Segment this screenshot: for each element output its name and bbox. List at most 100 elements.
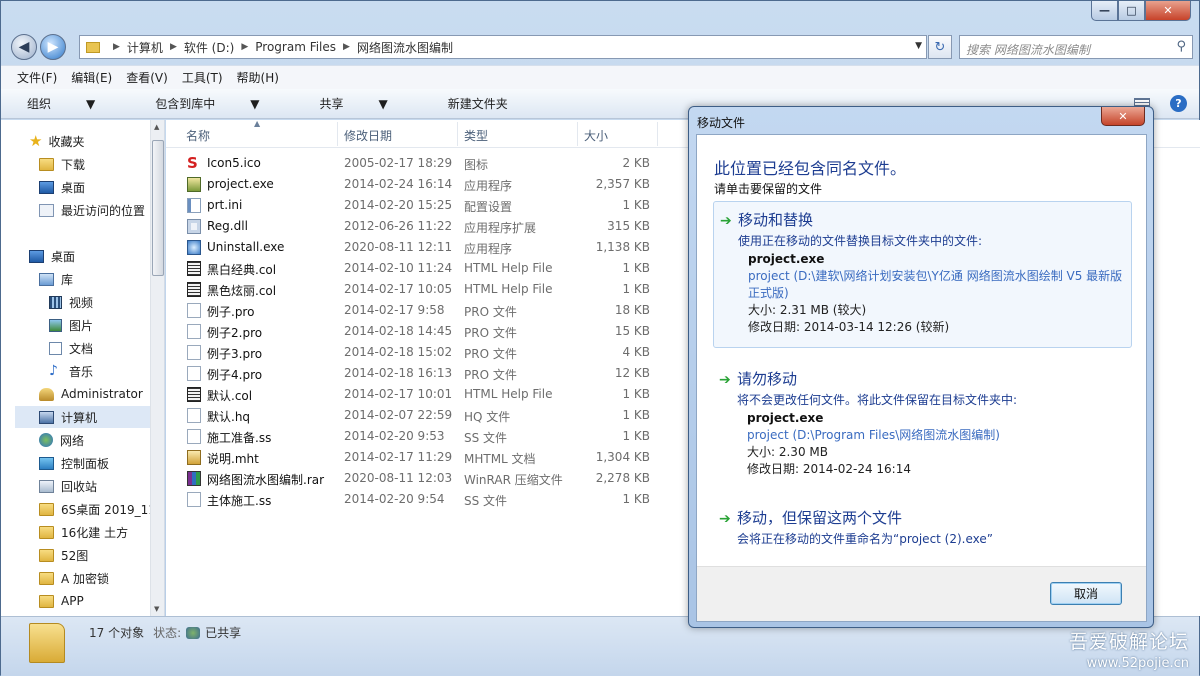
share-button[interactable]: 共享 ▼ [320,95,418,112]
nav-recent-places[interactable]: 最近访问的位置 [39,199,145,221]
scroll-down-icon[interactable]: ▼ [154,605,159,613]
nav-desktop-fav[interactable]: 桌面 [39,176,85,198]
nav-music[interactable]: ♪ 音乐 [49,360,93,382]
nav-administrator[interactable]: Administrator [39,383,143,405]
back-button[interactable]: ◀ [11,34,37,60]
column-name[interactable]: 名称 [186,127,210,144]
breadcrumb-chevron-icon[interactable]: ▶ [343,42,350,52]
scrollbar-thumb[interactable] [152,140,164,276]
close-window-button[interactable]: ✕ [1145,1,1191,21]
folder-icon [39,502,54,516]
file-type: HTML Help File [464,261,553,275]
file-type: PRO 文件 [464,305,517,319]
organize-button[interactable]: 组织 ▼ [27,95,125,112]
file-date: 2014-02-17 11:29 [344,450,453,464]
nav-favorites[interactable]: ★ 收藏夹 [29,130,84,152]
watermark-url: www.52pojie.cn [1086,656,1189,671]
refresh-button[interactable]: ↻ [928,35,952,59]
nav-label: 收藏夹 [48,134,85,149]
file-modified-date: 修改日期: 2014-03-14 12:26 (较新) [748,320,950,334]
nav-documents[interactable]: 文档 [49,337,93,359]
file-size: 18 KB [614,303,650,317]
menu-view[interactable]: 查看(V) [126,69,168,86]
column-divider[interactable] [337,122,338,146]
nav-libraries[interactable]: 库 [39,268,73,290]
file-name: 例子3.pro [207,347,263,361]
address-bar[interactable]: ▶ 计算机 ▶ 软件 (D:) ▶ Program Files ▶ 网络图流水图… [79,35,927,59]
breadcrumb-chevron-icon[interactable]: ▶ [241,42,248,52]
breadcrumb-chevron-icon: ▶ [113,42,120,52]
file-name: 例子2.pro [207,326,263,340]
nav-folder[interactable]: 52图 [39,544,88,566]
new-folder-button[interactable]: 新建文件夹 [448,95,508,112]
option-do-not-move[interactable]: ➔ 请勿移动 将不会更改任何文件。将此文件保留在目标文件夹中: project.… [713,361,1132,481]
scroll-up-icon[interactable]: ▲ [154,123,159,131]
nav-folder[interactable]: 16化建 土方 [39,521,128,543]
nav-label: 16化建 土方 [61,525,129,540]
breadcrumb-program-files[interactable]: Program Files [255,40,336,54]
breadcrumb-drive[interactable]: 软件 (D:) [184,39,234,56]
file-date: 2014-02-07 22:59 [344,408,453,422]
computer-icon [39,410,54,424]
cancel-button[interactable]: 取消 [1050,582,1122,605]
file-type: HTML Help File [464,282,553,296]
nav-label: 52图 [61,548,89,563]
file-path: project (D:\Program Files\网络图流水图编制) [747,428,1000,442]
nav-folder[interactable]: APP [39,590,84,612]
watermark-title: 吾爱破解论坛 [1068,631,1189,653]
breadcrumb-current-folder[interactable]: 网络图流水图编制 [357,39,453,56]
file-name: project.exe [747,411,824,425]
nav-network[interactable]: 网络 [39,429,84,451]
nav-downloads[interactable]: 下载 [39,153,85,175]
menu-help[interactable]: 帮助(H) [237,69,279,86]
folder-icon [39,525,54,539]
file-size: 大小: 2.31 MB (较大) [748,303,867,317]
menu-edit[interactable]: 编辑(E) [71,69,112,86]
maximize-button[interactable]: □ [1118,1,1145,21]
column-divider[interactable] [457,122,458,146]
item-count: 17 个对象 [89,626,145,640]
include-in-library-button[interactable]: 包含到库中 ▼ [155,95,289,112]
blank-file-icon [187,408,201,423]
exe-file-icon [187,177,201,192]
nav-folder[interactable]: A 加密锁 [39,567,109,589]
column-size[interactable]: 大小 [584,127,608,144]
nav-recycle-bin[interactable]: 回收站 [39,475,97,497]
document-library-icon [49,341,62,355]
file-type: SS 文件 [464,494,508,508]
nav-desktop[interactable]: 桌面 [29,245,75,267]
dll-file-icon [187,219,201,234]
column-divider[interactable] [577,122,578,146]
search-icon[interactable]: ⚲ [1176,39,1186,54]
menu-file[interactable]: 文件(F) [17,69,57,86]
green-arrow-icon: ➔ [719,511,731,527]
column-type[interactable]: 类型 [464,127,488,144]
column-date[interactable]: 修改日期 [344,127,392,144]
menu-tools[interactable]: 工具(T) [182,69,223,86]
nav-control-panel[interactable]: 控制面板 [39,452,109,474]
minimize-button[interactable]: — [1091,1,1118,21]
option-move-keep-both[interactable]: ➔ 移动，但保留这两个文件 会将正在移动的文件重命名为“project (2).… [713,500,1132,550]
nav-videos[interactable]: 视频 [49,291,93,313]
breadcrumb-chevron-icon[interactable]: ▶ [170,42,177,52]
nav-label: Administrator [61,387,143,401]
address-dropdown-icon[interactable]: ▼ [915,41,922,51]
nav-pictures[interactable]: 图片 [49,314,93,336]
file-size: 4 KB [622,345,650,359]
green-arrow-icon: ➔ [720,213,732,229]
control-panel-icon [39,456,54,470]
search-input[interactable]: 搜索 网络图流水图编制 ⚲ [959,35,1193,59]
dialog-close-button[interactable]: ✕ [1101,107,1145,126]
forward-button[interactable]: ▶ [40,34,66,60]
help-icon[interactable]: ? [1170,95,1187,112]
file-type: 应用程序 [464,242,513,256]
navigation-scrollbar[interactable]: ▲ ▼ [150,120,164,616]
breadcrumb-computer[interactable]: 计算机 [127,39,163,56]
file-size: 大小: 2.30 MB [747,445,828,459]
dialog-title: 移动文件 [697,116,746,130]
option-move-and-replace[interactable]: ➔ 移动和替换 使用正在移动的文件替换目标文件夹中的文件: project.ex… [713,201,1132,348]
col-file-icon [187,387,201,402]
column-divider[interactable] [657,122,658,146]
nav-computer[interactable]: 计算机 [15,406,162,428]
nav-folder[interactable]: 6S桌面 2019_11 [39,498,156,520]
